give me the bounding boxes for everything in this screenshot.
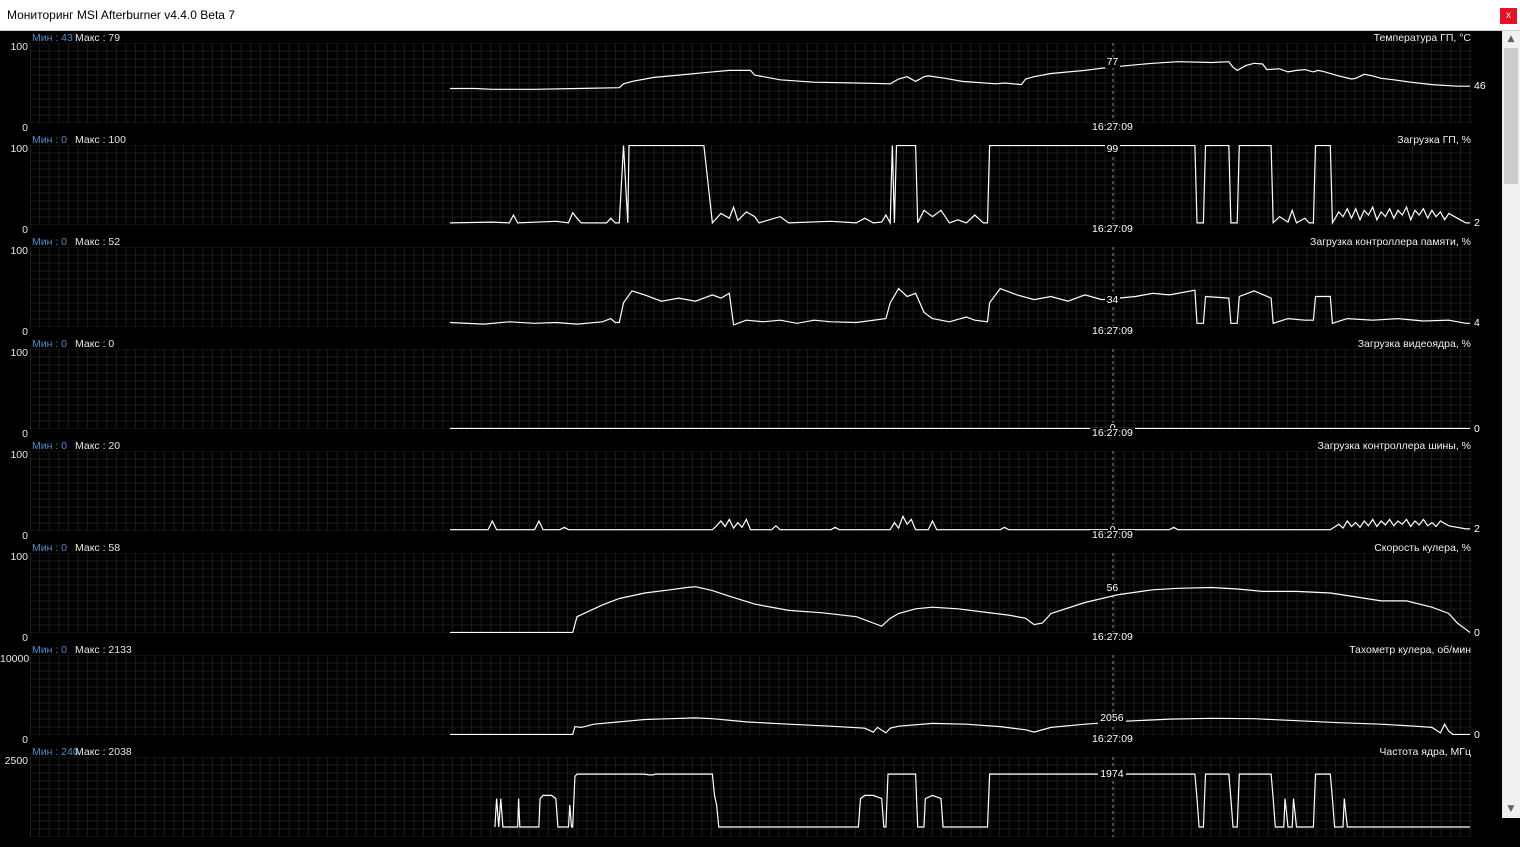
- y-axis-max-label: 100: [10, 449, 28, 461]
- scroll-thumb[interactable]: [1504, 48, 1518, 184]
- series-line: [449, 145, 1470, 225]
- graph-panel[interactable]: Мин : 0 Макс : 52 Загрузка контроллера пам…: [0, 235, 1502, 338]
- graph-panel[interactable]: Мин : 0 Макс : 2133 Тахометр кулера, об/ми…: [0, 643, 1502, 746]
- graph-plot[interactable]: [30, 553, 1472, 633]
- title-bar: Мониторинг MSI Afterburner v4.4.0 Beta 7…: [0, 0, 1520, 31]
- graph-plot[interactable]: [30, 247, 1472, 327]
- y-axis-max-label: 100: [10, 143, 28, 155]
- graph-panel[interactable]: Мин : 240 Макс : 2038 Частота ядра, МГц 250…: [0, 745, 1502, 847]
- graph-panel[interactable]: Мин : 0 Макс : 0 Загрузка видеоядра, % 100 0…: [0, 337, 1502, 440]
- current-value-label: 0: [1474, 728, 1480, 741]
- y-axis-max-label: 100: [10, 551, 28, 563]
- y-axis-max-label: 10000: [0, 653, 30, 665]
- cursor-value-label: 2056: [1098, 712, 1126, 725]
- grid: [30, 757, 1472, 837]
- graph-plot[interactable]: [30, 145, 1472, 225]
- y-axis-max-label: 100: [10, 41, 28, 53]
- graph-plot[interactable]: [30, 43, 1472, 123]
- grid: [30, 655, 1472, 735]
- cursor-value-label: 56: [1104, 582, 1121, 595]
- current-value-label: 2: [1474, 522, 1480, 535]
- graph-plot[interactable]: [30, 757, 1472, 837]
- graph-plot[interactable]: [30, 655, 1472, 735]
- cursor-time-label: 16:27:09: [1090, 121, 1135, 133]
- series-line: [450, 586, 1471, 633]
- grid: [30, 43, 1472, 123]
- cursor-time-label: 16:27:09: [1090, 733, 1135, 745]
- graph-panel[interactable]: Мин : 0 Макс : 100 Загрузка ГП, % 100 0 99 16:…: [0, 133, 1502, 236]
- cursor-time-label: 16:27:09: [1090, 529, 1135, 541]
- cursor-time-label: 16:27:09: [1090, 427, 1135, 439]
- cursor-time-label: 16:27:09: [1090, 223, 1135, 235]
- series-line: [450, 717, 1470, 735]
- grid: [30, 247, 1472, 327]
- cursor-value-label: 77: [1104, 55, 1121, 68]
- cursor-value-label: 34: [1104, 293, 1121, 306]
- current-value-label: 4: [1474, 317, 1480, 330]
- current-value-label: 2: [1474, 216, 1480, 229]
- cursor-time-label: 16:27:09: [1090, 325, 1135, 337]
- cursor-time-label: 16:27:09: [1090, 631, 1135, 643]
- current-value-label: 46: [1474, 80, 1486, 93]
- graph-plot[interactable]: [30, 349, 1472, 429]
- graph-plot[interactable]: [30, 451, 1472, 531]
- series-line: [494, 773, 1470, 828]
- window-title: Мониторинг MSI Afterburner v4.4.0 Beta 7: [7, 8, 235, 22]
- graph-panel[interactable]: Мин : 0 Макс : 58 Скорость кулера, % 100 0 56…: [0, 541, 1502, 644]
- y-axis-max-label: 100: [10, 245, 28, 257]
- y-axis-max-label: 2500: [4, 755, 28, 767]
- graph-panel[interactable]: Мин : 43 Макс : 79 Температура ГП, °С 100 0 7…: [0, 31, 1502, 134]
- grid: [30, 553, 1472, 633]
- current-value-label: 0: [1474, 422, 1480, 435]
- vertical-scrollbar[interactable]: ▲ ▼: [1502, 31, 1520, 818]
- cursor-value-label: 1974: [1098, 768, 1126, 781]
- scroll-down-arrow-icon[interactable]: ▼: [1502, 801, 1520, 818]
- cursor-value-label: 99: [1104, 143, 1121, 155]
- grid: [30, 451, 1472, 531]
- y-axis-max-label: 100: [10, 347, 28, 359]
- grid: [30, 349, 1472, 429]
- close-button[interactable]: x: [1500, 8, 1517, 24]
- monitoring-graphs[interactable]: Мин : 43 Макс : 79 Температура ГП, °С 100 0 7…: [0, 31, 1502, 837]
- graph-panel[interactable]: Мин : 0 Макс : 20 Загрузка контроллера шин…: [0, 439, 1502, 542]
- scroll-up-arrow-icon[interactable]: ▲: [1502, 31, 1520, 48]
- grid: [30, 145, 1472, 225]
- current-value-label: 0: [1474, 626, 1480, 639]
